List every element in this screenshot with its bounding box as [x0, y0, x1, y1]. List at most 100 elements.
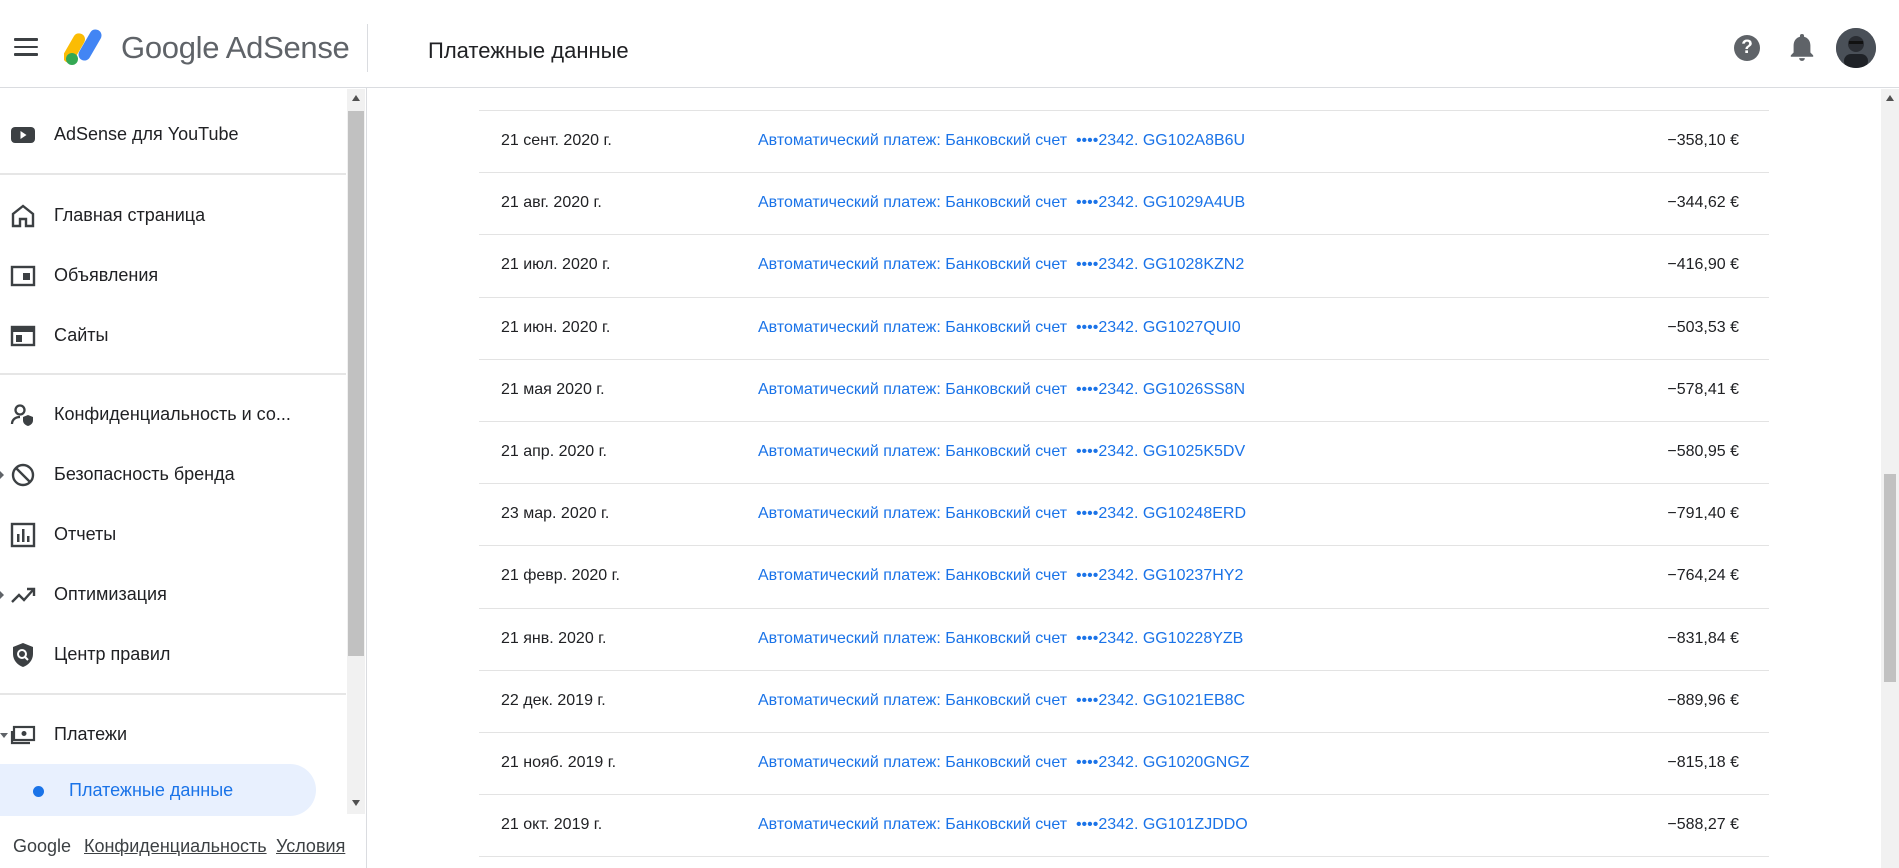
transaction-date: 21 авг. 2020 г. [501, 194, 602, 212]
transaction-amount: −831,84 € [1667, 629, 1739, 647]
block-icon [11, 463, 35, 487]
expand-caret-icon [0, 591, 4, 599]
transaction-description-link[interactable]: Автоматический платеж: Банковский счет •… [758, 505, 1246, 523]
transactions-table: 21 сент. 2020 г. Автоматический платеж: Б… [367, 89, 1881, 868]
transaction-amount: −588,27 € [1667, 816, 1739, 834]
transaction-amount: −416,90 € [1667, 256, 1739, 274]
payments-icon [10, 725, 36, 745]
sidebar-item-label: Платежные данные [69, 780, 234, 800]
transaction-amount: −815,18 € [1667, 754, 1739, 771]
sidebar-item-reports[interactable]: Отчеты [0, 511, 346, 557]
account-avatar[interactable] [1836, 28, 1876, 68]
transaction-description-link[interactable]: Автоматический платеж: Банковский счет •… [758, 132, 1245, 150]
transaction-amount: −889,96 € [1667, 691, 1739, 709]
sidebar-item-brand-safety[interactable]: Безопасность бренда [0, 451, 346, 497]
transaction-description-link[interactable]: Автоматический платеж: Банковский счет •… [758, 692, 1245, 710]
sidebar-item-ads[interactable]: Объявления [0, 252, 346, 298]
notifications-bell-icon[interactable] [1789, 34, 1815, 62]
sidebar-item-label: Безопасность бренда [54, 464, 235, 484]
transaction-amount: −764,24 € [1667, 567, 1739, 585]
main-scrollbar[interactable] [1881, 89, 1899, 868]
home-icon [11, 204, 35, 228]
transaction-amount: −344,62 € [1667, 194, 1739, 212]
transaction-description-link[interactable]: Автоматический платеж: Банковский счет •… [758, 567, 1243, 585]
sidebar-item-label: Главная страница [54, 205, 206, 225]
transaction-description-link[interactable]: Автоматический платеж: Банковский счет •… [758, 381, 1245, 399]
nav-divider [0, 373, 346, 375]
transaction-amount: −358,10 € [1667, 132, 1739, 149]
table-row: 22 дек. 2019 г. Автоматический платеж: Ба… [479, 671, 1769, 733]
adsense-logo-icon [64, 29, 102, 65]
side-navigation: AdSense для YouTube Главная страница Объ… [0, 89, 346, 824]
transaction-date: 21 нояб. 2019 г. [501, 754, 617, 771]
transaction-date: 21 мая 2020 г. [501, 380, 605, 398]
sidebar-item-policy-center[interactable]: Центр правил [0, 631, 346, 677]
transaction-date: 22 дек. 2019 г. [501, 691, 606, 709]
table-row: 21 мая 2020 г. Автоматический платеж: Бан… [479, 360, 1769, 422]
transaction-description-link[interactable]: Автоматический платеж: Банковский счет •… [758, 816, 1248, 834]
transaction-date: 21 сент. 2020 г. [501, 132, 612, 149]
footer-terms-link[interactable]: Условия [276, 836, 345, 857]
collapse-caret-icon [0, 733, 8, 738]
main-scroll-thumb[interactable] [1884, 474, 1896, 682]
page-title: Платежные данные [428, 38, 629, 63]
transaction-description-link[interactable]: Автоматический платеж: Банковский счет •… [758, 443, 1245, 461]
transaction-description-link[interactable]: Автоматический платеж: Банковский счет •… [758, 319, 1241, 337]
expand-caret-icon [0, 471, 4, 479]
sidebar-item-home[interactable]: Главная страница [0, 192, 346, 238]
transaction-date: 21 окт. 2019 г. [501, 816, 603, 834]
transaction-description-link[interactable]: Автоматический платеж: Банковский счет •… [758, 194, 1245, 212]
table-row: 21 февр. 2020 г. Автоматический платеж: Б… [479, 546, 1769, 608]
transaction-amount: −580,95 € [1667, 443, 1739, 460]
transaction-date: 21 апр. 2020 г. [501, 443, 607, 460]
nav-divider [0, 693, 346, 695]
top-app-bar: Google AdSense Платежные данные ? [0, 0, 1899, 88]
youtube-icon [11, 127, 35, 143]
transaction-description-link[interactable]: Автоматический платеж: Банковский счет •… [758, 630, 1243, 648]
sidebar-item-optimization[interactable]: Оптимизация [0, 571, 346, 617]
transaction-description-link[interactable]: Автоматический платеж: Банковский счет •… [758, 754, 1250, 772]
help-icon[interactable]: ? [1734, 35, 1760, 61]
sidebar-footer: Google Конфиденциальность Условия [0, 824, 366, 868]
nav-divider [0, 173, 346, 175]
sidebar-item-payments[interactable]: Платежи [0, 711, 346, 757]
sidebar-item-payment-info[interactable]: Платежные данные [0, 764, 316, 816]
transaction-amount: −503,53 € [1667, 318, 1739, 336]
scroll-up-arrow-icon[interactable] [1886, 95, 1894, 101]
policy-shield-icon [13, 643, 33, 667]
transaction-amount: −791,40 € [1667, 505, 1739, 523]
sidebar-scrollbar[interactable] [347, 89, 365, 814]
table-row: 21 сент. 2020 г. Автоматический платеж: Б… [479, 111, 1769, 173]
footer-google: Google [13, 836, 72, 856]
sidebar-item-label: Объявления [54, 265, 159, 285]
sidebar-scroll-thumb[interactable] [348, 111, 364, 656]
ads-icon [10, 265, 36, 287]
transaction-date: 21 янв. 2020 г. [501, 629, 607, 647]
sidebar-item-privacy[interactable]: Конфиденциальность и со... [0, 391, 346, 437]
sites-icon [10, 325, 36, 347]
sidebar-item-adsense-youtube[interactable]: AdSense для YouTube [0, 111, 346, 157]
scroll-up-arrow-icon[interactable] [352, 95, 360, 101]
table-row: 21 июл. 2020 г. Автоматический платеж: Ба… [479, 235, 1769, 297]
table-row: 21 апр. 2020 г. Автоматический платеж: Ба… [479, 422, 1769, 484]
table-row: 21 нояб. 2019 г. Автоматический платеж: Б… [479, 733, 1769, 795]
transaction-date: 21 июл. 2020 г. [501, 256, 611, 274]
table-row: 21 янв. 2020 г. Автоматический платеж: Ба… [479, 609, 1769, 671]
sidebar-item-label: Оптимизация [54, 584, 167, 604]
trending-up-icon [11, 587, 36, 603]
transaction-description-link[interactable]: Автоматический платеж: Банковский счет •… [758, 256, 1244, 274]
main-menu-icon[interactable] [14, 38, 38, 56]
brand-name[interactable]: Google AdSense [121, 30, 350, 66]
scroll-down-arrow-icon[interactable] [352, 800, 360, 806]
footer-privacy-link[interactable]: Конфиденциальность [84, 836, 267, 857]
privacy-icon [10, 404, 33, 426]
active-dot-icon [33, 786, 44, 797]
sidebar-item-label: Сайты [54, 325, 109, 345]
sidebar-item-label: Центр правил [54, 644, 171, 664]
reports-icon [10, 522, 36, 548]
row-divider [479, 856, 1769, 858]
transaction-date: 21 июн. 2020 г. [501, 318, 611, 336]
sidebar-item-label: Конфиденциальность и со... [54, 404, 291, 424]
sidebar-item-sites[interactable]: Сайты [0, 312, 346, 358]
sidebar-item-label: AdSense для YouTube [54, 124, 239, 144]
